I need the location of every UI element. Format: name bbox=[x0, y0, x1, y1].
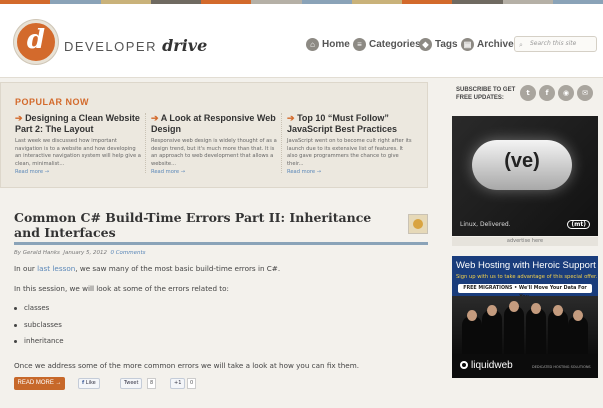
author-avatar bbox=[408, 214, 428, 234]
popular-item-excerpt: Last week we discussed how important nav… bbox=[15, 138, 141, 167]
search-placeholder: Search this site bbox=[530, 40, 577, 47]
site-header: d DEVELOPER drive ⌂ Home ≡ Categories ◆ … bbox=[0, 4, 603, 78]
nav-archive[interactable]: ▤ Archive bbox=[461, 38, 514, 51]
nav-archive-label: Archive bbox=[477, 39, 514, 50]
ad-subline: Sign up with us to take advantage of thi… bbox=[456, 274, 598, 280]
advertise-here-link[interactable]: advertise here bbox=[452, 237, 598, 246]
post-title[interactable]: Common C# Build-Time Errors Part II: Inh… bbox=[14, 210, 394, 240]
nav-tags-label: Tags bbox=[435, 39, 458, 50]
popular-now-panel: POPULAR NOW ➔ Designing a Clean Website … bbox=[0, 82, 428, 188]
popular-item: ➔ Designing a Clean Website Part 2: The … bbox=[15, 113, 141, 175]
facebook-icon[interactable]: f bbox=[539, 85, 555, 101]
popular-item: ➔ Top 10 “Must Follow” JavaScript Best P… bbox=[287, 113, 413, 175]
mt-logo: (mt) bbox=[567, 220, 590, 229]
logo-letter: d bbox=[26, 25, 46, 55]
tweet-button[interactable]: Tweet bbox=[120, 378, 143, 389]
nav-tags[interactable]: ◆ Tags bbox=[419, 38, 458, 51]
arrow-icon: ➔ bbox=[15, 113, 23, 123]
home-icon: ⌂ bbox=[306, 38, 319, 51]
popular-item-read-more[interactable]: Read more → bbox=[151, 169, 277, 175]
paragraph-text: , we saw many of the most basic build-ti… bbox=[75, 264, 281, 273]
ad-slogan: DEDICATED HOSTING SOLUTIONS bbox=[532, 365, 591, 369]
like-label: Like bbox=[85, 380, 96, 386]
title-divider bbox=[14, 242, 428, 245]
logo-word: DEVELOPER bbox=[64, 39, 157, 54]
search-input[interactable]: ⌕ Search this site bbox=[514, 36, 597, 52]
last-lesson-link[interactable]: last lesson bbox=[37, 264, 75, 273]
nav-home-label: Home bbox=[322, 39, 350, 50]
read-more-button[interactable]: READ MORE → bbox=[14, 377, 65, 390]
tweet-count: 8 bbox=[147, 378, 157, 389]
nav-categories-label: Categories bbox=[369, 39, 421, 50]
search-icon: ⌕ bbox=[519, 41, 523, 49]
liquidweb-logo-icon bbox=[460, 361, 468, 370]
post-paragraph: In this session, we will look at some of… bbox=[14, 284, 229, 293]
popular-item-title: Designing a Clean Website Part 2: The La… bbox=[15, 113, 140, 134]
plus-one-count: 0 bbox=[187, 378, 197, 389]
avatar-face-icon bbox=[413, 219, 423, 229]
post-meta: By Gerald Hanks January 5, 2012 0 Commen… bbox=[14, 250, 146, 256]
site-logo[interactable]: DEVELOPER drive bbox=[64, 36, 207, 55]
popular-item-excerpt: Responsive web design is widely thought … bbox=[151, 138, 277, 167]
list-item: subclasses bbox=[14, 321, 62, 329]
email-icon[interactable]: ✉ bbox=[577, 85, 593, 101]
ad-team-photo bbox=[452, 296, 598, 354]
liquidweb-logo: liquidweb bbox=[460, 360, 513, 371]
twitter-icon[interactable]: t bbox=[520, 85, 536, 101]
popular-item-read-more[interactable]: Read more → bbox=[15, 169, 141, 175]
mediatemple-ad[interactable]: (ve) Linux, Delivered. (mt) bbox=[452, 116, 598, 236]
tag-icon: ◆ bbox=[419, 38, 432, 51]
list-item: inheritance bbox=[14, 337, 64, 345]
popular-now-title: POPULAR NOW bbox=[15, 97, 89, 107]
paragraph-text: In our bbox=[14, 264, 38, 273]
popular-item-read-more[interactable]: Read more → bbox=[287, 169, 413, 175]
plus-one-label: +1 bbox=[174, 380, 182, 386]
logo-word-script: drive bbox=[162, 36, 208, 55]
popular-item-title-link[interactable]: ➔ A Look at Responsive Web Design bbox=[151, 113, 277, 135]
logo-badge[interactable]: d bbox=[14, 20, 58, 64]
ad-offer-bar: FREE MIGRATIONS • We'll Move Your Data F… bbox=[458, 284, 592, 300]
list-item: classes bbox=[14, 304, 49, 312]
divider bbox=[145, 113, 146, 173]
liquidweb-ad[interactable]: Web Hosting with Heroic Support Sign up … bbox=[452, 256, 598, 378]
tweet-label: Tweet bbox=[124, 380, 139, 386]
ad-brand-mark: (ve) bbox=[504, 150, 540, 172]
post-author[interactable]: By Gerald Hanks bbox=[14, 250, 60, 256]
plus-one-button[interactable]: +1 bbox=[170, 378, 186, 389]
nav-categories[interactable]: ≡ Categories bbox=[353, 38, 421, 51]
post-paragraph: Once we address some of the more common … bbox=[14, 361, 360, 370]
arrow-icon: ➔ bbox=[151, 113, 159, 123]
post-comments-link[interactable]: 0 Comments bbox=[110, 250, 145, 256]
popular-item-title: A Look at Responsive Web Design bbox=[151, 113, 276, 134]
post-date: January 5, 2012 bbox=[63, 250, 107, 256]
archive-icon: ▤ bbox=[461, 38, 474, 51]
popular-item-excerpt: JavaScript went on to become cult right … bbox=[287, 138, 412, 167]
popular-item-title: Top 10 “Must Follow” JavaScript Best Pra… bbox=[287, 113, 398, 134]
divider bbox=[281, 113, 282, 173]
post-article: Common C# Build-Time Errors Part II: Inh… bbox=[0, 196, 440, 408]
popular-item-title-link[interactable]: ➔ Top 10 “Must Follow” JavaScript Best P… bbox=[287, 113, 413, 135]
popular-item-title-link[interactable]: ➔ Designing a Clean Website Part 2: The … bbox=[15, 113, 141, 135]
post-paragraph: In our last lesson, we saw many of the m… bbox=[14, 264, 280, 273]
ad-brand: liquidweb bbox=[471, 360, 513, 371]
ad-headline: Web Hosting with Heroic Support bbox=[456, 260, 596, 271]
facebook-icon: f bbox=[82, 380, 85, 386]
nav-home[interactable]: ⌂ Home bbox=[306, 38, 350, 51]
ad-tagline: Linux, Delivered. bbox=[460, 221, 511, 228]
facebook-like-button[interactable]: f Like bbox=[78, 378, 100, 389]
subscribe-text: SUBSCRIBE TO GET FREE UPDATES: bbox=[456, 87, 516, 101]
arrow-icon: ➔ bbox=[287, 113, 295, 123]
list-icon: ≡ bbox=[353, 38, 366, 51]
rss-icon[interactable]: ◉ bbox=[558, 85, 574, 101]
popular-item: ➔ A Look at Responsive Web Design Respon… bbox=[151, 113, 277, 175]
